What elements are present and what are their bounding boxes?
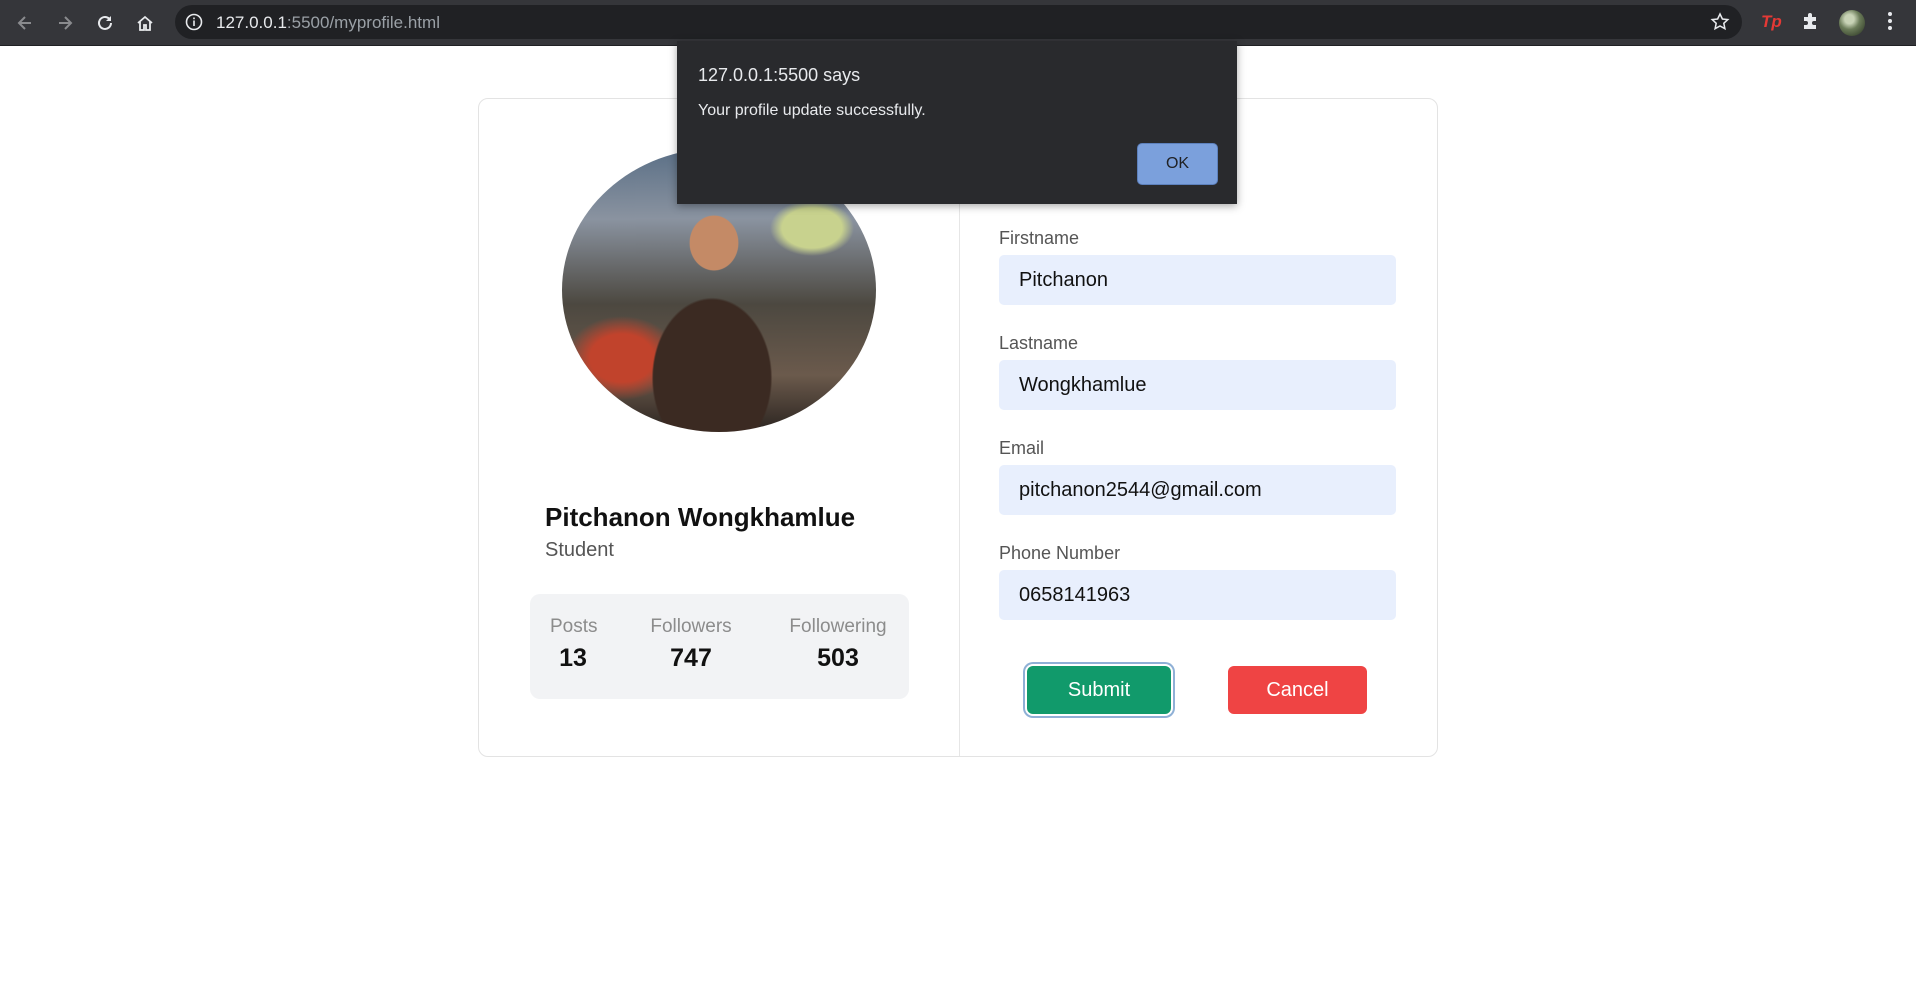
firstname-label: Firstname — [999, 228, 1080, 248]
forward-arrow-icon — [59, 16, 73, 30]
stat-value: 13 — [559, 644, 587, 672]
profile-name: Pitchanon Wongkhamlue — [545, 502, 856, 532]
cancel-button[interactable]: Cancel — [1228, 666, 1367, 714]
kebab-menu-icon — [1888, 12, 1892, 30]
url-host: 127.0.0.1 — [216, 13, 287, 32]
menu-button[interactable] — [1884, 10, 1896, 37]
email-label: Email — [999, 438, 1045, 458]
profile-avatar-icon[interactable] — [1839, 10, 1865, 36]
alert-dialog: 127.0.0.1:5500 says Your profile update … — [677, 41, 1237, 204]
extension-tp-icon[interactable]: Tp — [1761, 12, 1782, 32]
firstname-field[interactable]: Pitchanon — [999, 255, 1396, 305]
profile-role: Student — [545, 539, 614, 561]
stat-label: Posts — [550, 616, 598, 637]
stats-panel: Posts 13 Followers 747 Followering 503 — [530, 594, 909, 699]
ok-button[interactable]: OK — [1138, 144, 1217, 184]
url-text: 127.0.0.1:5500/myprofile.html — [216, 13, 440, 33]
forward-button[interactable] — [52, 10, 78, 36]
email-field[interactable]: pitchanon2544@gmail.com — [999, 465, 1396, 515]
reload-button[interactable] — [92, 10, 118, 36]
site-info-icon[interactable] — [185, 13, 203, 31]
address-bar[interactable]: 127.0.0.1:5500/myprofile.html — [175, 5, 1742, 39]
lastname-field[interactable]: Wongkhamlue — [999, 360, 1396, 410]
browser-toolbar: 127.0.0.1:5500/myprofile.html Tp — [0, 0, 1916, 46]
stat-label: Followers — [650, 616, 732, 637]
stat-posts: Posts 13 — [550, 616, 598, 673]
lastname-label: Lastname — [999, 333, 1079, 353]
stat-followering: Followering 503 — [785, 616, 891, 673]
home-button[interactable] — [132, 10, 158, 36]
dialog-message: Your profile update successfully. — [698, 102, 926, 119]
stat-label: Followering — [789, 616, 887, 637]
dialog-title: 127.0.0.1:5500 says — [698, 65, 861, 85]
bookmark-star-icon[interactable] — [1710, 12, 1730, 32]
back-arrow-icon — [17, 16, 31, 30]
phone-label: Phone Number — [999, 543, 1121, 563]
puzzle-icon — [1804, 13, 1816, 29]
stat-followers: Followers 747 — [648, 616, 734, 673]
submit-button[interactable]: Submit — [1027, 666, 1171, 714]
home-icon — [137, 15, 153, 31]
phone-field[interactable]: 0658141963 — [999, 570, 1396, 620]
stat-value: 503 — [817, 644, 859, 672]
url-path: :5500/myprofile.html — [286, 13, 440, 32]
stat-value: 747 — [670, 644, 712, 672]
back-button[interactable] — [12, 10, 38, 36]
extensions-button[interactable] — [1800, 10, 1822, 37]
reload-icon — [98, 15, 112, 30]
